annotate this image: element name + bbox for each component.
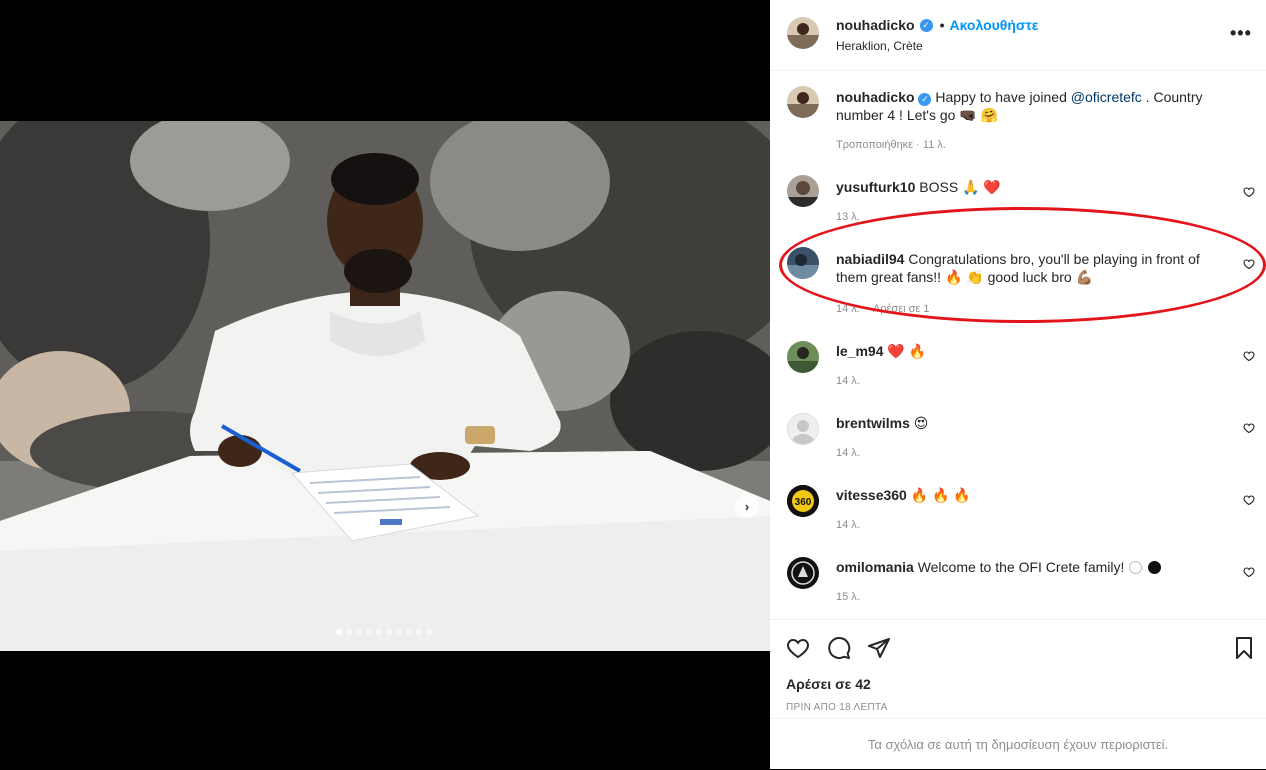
fist-bump-icon: 🤜🏿 [959,107,977,123]
comment-time[interactable]: 14 λ. [836,519,860,531]
comments-list: nouhadicko ✓ Happy to have joined @oficr… [770,72,1266,619]
comment-time[interactable]: 13 λ. [836,211,860,223]
comment-bubble-icon[interactable] [827,636,851,660]
comment-body: BOSS [919,179,959,195]
post-header: nouhadicko ✓ • Ακολουθήστε Heraklion, Cr… [770,0,1266,71]
verified-icon: ✓ [919,18,933,32]
comment-username[interactable]: yusufturk10 [836,179,915,195]
caption-meta: Τροποποιήθηκε · 11 λ. [836,139,946,151]
comment-username[interactable]: vitesse360 [836,487,907,503]
commenter-avatar[interactable] [787,557,819,589]
vitesse360-avatar[interactable]: 360 [787,485,819,517]
caption-avatar[interactable] [787,86,819,118]
heart-emoji-icon: ❤️ [983,179,1001,195]
comment-text: nabiadil94 Congratulations bro, you'll b… [836,250,1216,286]
heart-eyes-icon: 😍 [913,415,929,431]
separator-dot: • [939,17,945,33]
carousel-dot[interactable] [366,629,372,635]
caption-mention-link[interactable]: @oficretefc [1071,89,1142,105]
carousel-dots [336,629,432,635]
carousel-dot[interactable] [376,629,382,635]
next-slide-button[interactable]: › [735,494,759,518]
verified-icon: ✓ [918,92,932,106]
post-actions: Αρέσει σε 42 ΠΡΙΝ ΑΠΟ 18 ΛΕΠΤΑ Τα σχόλια… [770,619,1266,769]
like-comment-heart-icon[interactable] [1243,186,1255,198]
like-heart-icon[interactable] [786,636,810,660]
fire-icon: 🔥 [908,343,927,359]
caption-text: nouhadicko ✓ Happy to have joined @oficr… [836,88,1216,124]
comment-text: vitesse360 🔥 🔥 🔥 [836,486,1216,504]
carousel-dot[interactable] [346,629,352,635]
commenter-avatar[interactable] [787,247,819,279]
carousel-dot[interactable] [336,629,342,635]
follow-button[interactable]: Ακολουθήστε [949,17,1038,33]
heart-emoji-icon: ❤️ [887,343,905,359]
comment-text: yusufturk10 BOSS 🙏 ❤️ [836,178,1216,196]
post-location[interactable]: Heraklion, Crète [836,39,923,53]
caption-username[interactable]: nouhadicko [836,89,915,105]
like-comment-heart-icon[interactable] [1243,494,1255,506]
like-comment-heart-icon[interactable] [1243,566,1255,578]
clap-icon: 👏 [966,269,984,285]
comments-limited-notice: Τα σχόλια σε αυτή τη δημοσίευση έχουν πε… [770,718,1266,770]
likes-count[interactable]: Αρέσει σε 42 [786,676,871,692]
comment-text: brentwilms 😍 [836,414,1216,432]
share-paper-plane-icon[interactable] [867,636,891,660]
comment-time[interactable]: 14 λ. [836,447,860,459]
caption-text-before: Happy to have joined [935,89,1071,105]
black-circle-icon [1148,561,1162,574]
post-panel: nouhadicko ✓ • Ακολουθήστε Heraklion, Cr… [770,0,1266,769]
comment-body-2: good luck bro [987,269,1072,285]
comment-like-count[interactable]: Αρέσει σε 1 [873,303,930,315]
save-bookmark-icon[interactable] [1232,636,1256,660]
carousel-dot[interactable] [416,629,422,635]
fire-icon: 🔥 [910,487,929,503]
comment-time[interactable]: 15 λ. [836,591,860,603]
fire-icon: 🔥 [944,269,963,285]
flex-icon: 💪🏽 [1075,269,1093,285]
author-name-row: nouhadicko ✓ • Ακολουθήστε [836,17,1038,33]
comment-username[interactable]: nabiadil94 [836,251,904,267]
comment-text: le_m94 ❤️ 🔥 [836,342,1216,360]
comment-username[interactable]: le_m94 [836,343,883,359]
more-options-icon[interactable]: ••• [1230,23,1252,44]
commenter-avatar[interactable] [787,175,819,207]
white-circle-icon [1129,561,1143,574]
comment-body: Welcome to the OFI Crete family! [917,559,1125,575]
carousel-dot[interactable] [426,629,432,635]
comment-time[interactable]: 14 λ. [836,303,860,315]
commenter-avatar[interactable] [787,341,819,373]
default-avatar-icon[interactable] [787,413,819,445]
carousel-dot[interactable] [386,629,392,635]
comment-username[interactable]: brentwilms [836,415,910,431]
hug-icon: 🤗 [980,107,999,123]
like-comment-heart-icon[interactable] [1243,350,1255,362]
carousel-dot[interactable] [356,629,362,635]
post-time-ago[interactable]: ΠΡΙΝ ΑΠΟ 18 ΛΕΠΤΑ [786,702,888,713]
comment-text: omilomania Welcome to the OFI Crete fami… [836,558,1216,576]
author-username[interactable]: nouhadicko [836,17,915,33]
like-comment-heart-icon[interactable] [1243,422,1255,434]
comment-time[interactable]: 14 λ. [836,375,860,387]
author-avatar[interactable] [787,17,819,49]
signing-photo-illustration [0,121,770,651]
carousel-dot[interactable] [406,629,412,635]
pray-icon: 🙏 [962,179,980,195]
like-comment-heart-icon[interactable] [1243,258,1255,270]
comment-username[interactable]: omilomania [836,559,914,575]
carousel-dot[interactable] [396,629,402,635]
media-viewer: › [0,0,770,769]
fire-icon: 🔥 [953,487,971,503]
avatar-badge-text: 360 [795,497,812,508]
comment-meta: 14 λ. Αρέσει σε 1 [836,303,929,315]
chevron-right-icon: › [744,498,750,514]
post-photo[interactable]: › [0,121,770,651]
fire-icon: 🔥 [932,487,950,503]
